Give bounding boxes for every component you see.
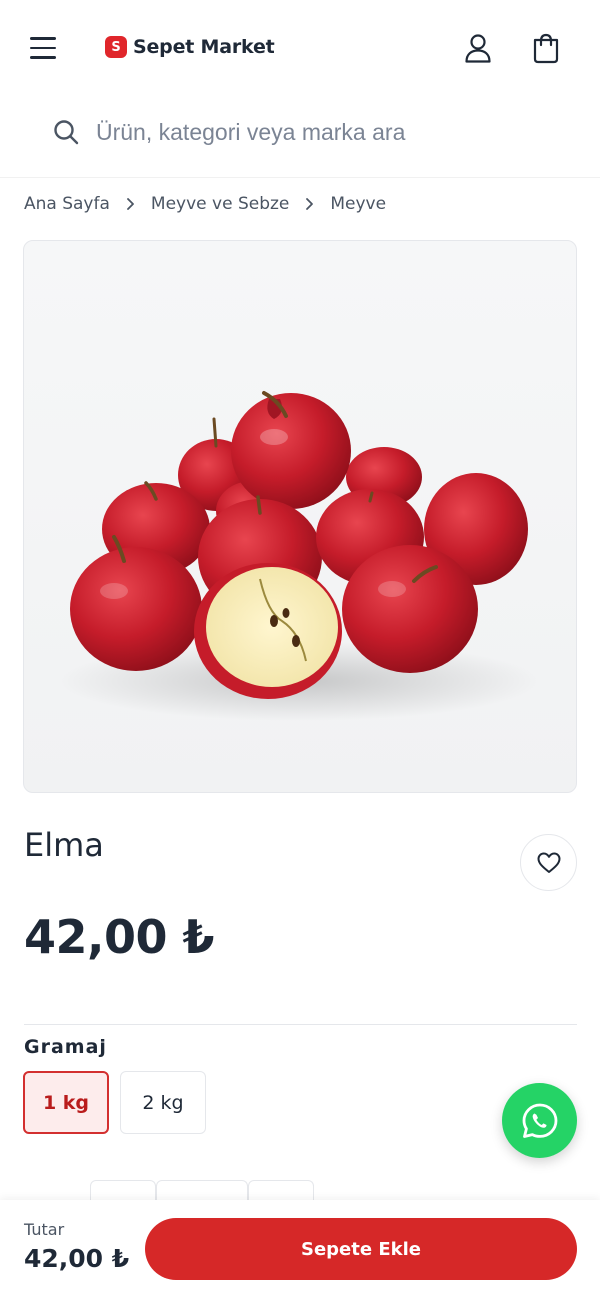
site-logo[interactable]: S Sepet Market [105, 36, 275, 58]
checkout-bar: Tutar 42,00 ₺ Sepete Ekle [0, 1200, 600, 1298]
total-value: 42,00 ₺ [24, 1244, 130, 1273]
menu-button[interactable] [22, 26, 66, 70]
whatsapp-icon [522, 1103, 557, 1138]
apples-illustration [59, 391, 539, 721]
option-label-gramaj: Gramaj [24, 1036, 107, 1058]
cart-button[interactable] [526, 28, 566, 68]
cart-icon [533, 33, 559, 64]
favorite-button[interactable] [520, 834, 577, 891]
whatsapp-button[interactable] [502, 1083, 577, 1158]
search-icon [54, 120, 79, 145]
top-header: S Sepet Market [0, 0, 600, 98]
user-icon [465, 34, 491, 63]
logo-text: Sepet Market [133, 36, 275, 58]
breadcrumb-item-fruit-vegetables[interactable]: Meyve ve Sebze [151, 194, 289, 214]
product-image[interactable] [23, 240, 577, 793]
breadcrumb-item-fruit[interactable]: Meyve [330, 194, 386, 214]
option-1kg[interactable]: 1 kg [23, 1071, 109, 1134]
product-title: Elma [24, 826, 104, 864]
add-to-cart-button[interactable]: Sepete Ekle [145, 1218, 577, 1280]
menu-icon-bar [30, 37, 56, 40]
option-2kg[interactable]: 2 kg [120, 1071, 206, 1134]
divider [24, 1024, 577, 1025]
breadcrumb-item-home[interactable]: Ana Sayfa [24, 194, 110, 214]
chevron-right-icon [305, 197, 314, 211]
heart-icon [537, 852, 560, 873]
logo-mark: S [105, 36, 127, 58]
product-price: 42,00 ₺ [24, 910, 215, 964]
search-bar [0, 98, 600, 178]
search-input[interactable] [96, 108, 576, 156]
menu-icon-bar [30, 46, 56, 50]
chevron-right-icon [126, 197, 135, 211]
account-button[interactable] [458, 28, 498, 68]
breadcrumb: Ana Sayfa Meyve ve Sebze Meyve [24, 194, 386, 214]
total-label: Tutar [24, 1220, 65, 1239]
menu-icon-bar [30, 56, 56, 59]
